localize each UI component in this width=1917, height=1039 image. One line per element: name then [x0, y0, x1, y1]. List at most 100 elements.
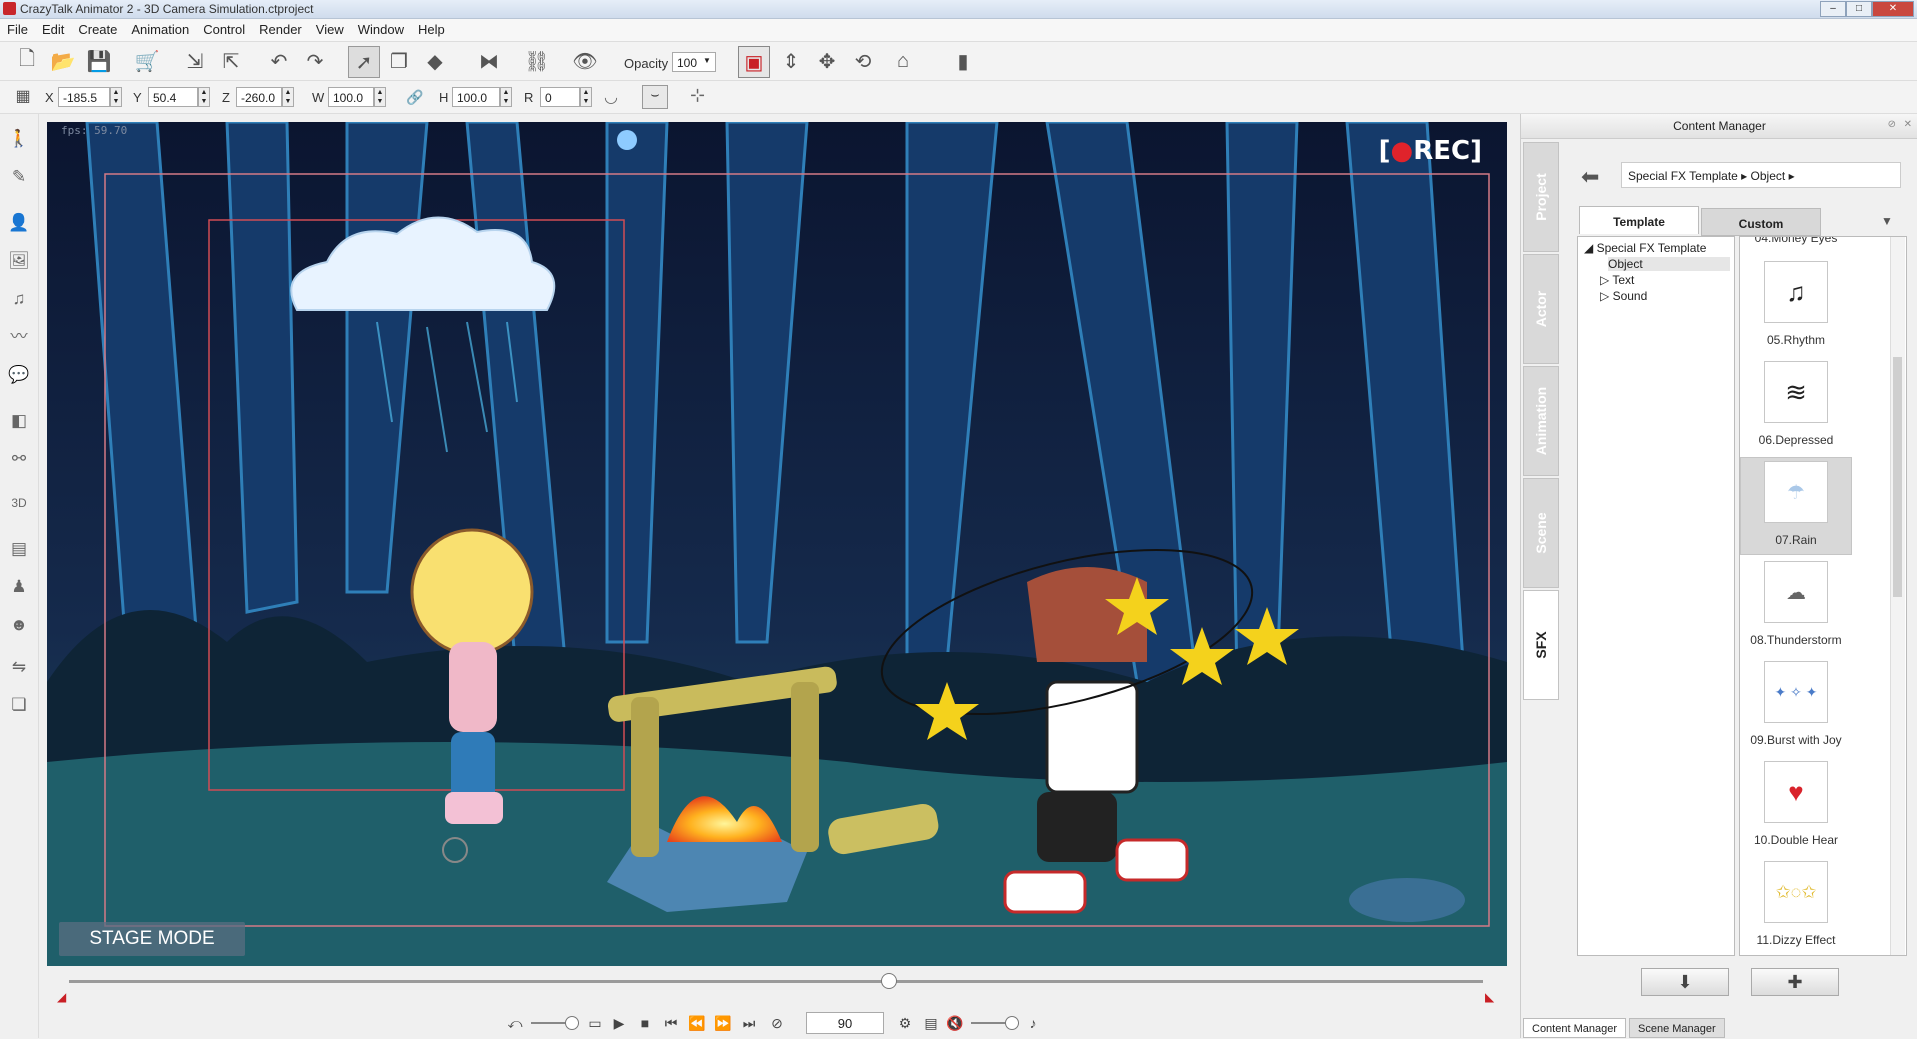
speech-bubble-icon[interactable]: 💬 — [6, 362, 32, 388]
subtitle-icon[interactable]: ▭ — [585, 1013, 605, 1033]
duplicate-icon[interactable]: ❐ — [384, 46, 414, 76]
move-vertical-icon[interactable]: ⇕ — [776, 46, 806, 76]
y-spinner[interactable]: ▲ ▼ — [198, 87, 210, 107]
tab-scene-manager[interactable]: Scene Manager — [1629, 1018, 1725, 1038]
tab-project[interactable]: Project — [1523, 142, 1559, 252]
menu-view[interactable]: View — [309, 19, 351, 41]
move-all-icon[interactable]: ✥ — [812, 46, 842, 76]
timeline-scrubber[interactable] — [881, 973, 898, 989]
home-camera-icon[interactable]: ⌂ — [888, 46, 918, 76]
previous-frame-icon[interactable]: ⏪ — [687, 1013, 707, 1033]
link-icon[interactable]: ⛓ — [522, 46, 552, 76]
motion-icon[interactable]: ✎ — [6, 164, 32, 190]
audio-wave-icon[interactable]: 〰 — [6, 324, 32, 350]
w-spinner[interactable]: ▲ ▼ — [374, 87, 386, 107]
menu-window[interactable]: Window — [351, 19, 411, 41]
panel-close-icon[interactable]: ✕ — [1904, 119, 1912, 130]
menu-edit[interactable]: Edit — [35, 19, 71, 41]
w-field[interactable]: 100.0 — [328, 87, 374, 107]
tree-item-sound[interactable]: ▷ Sound — [1600, 289, 1647, 303]
ease-curve-icon[interactable]: ◡ — [604, 87, 618, 107]
shopping-cart-icon[interactable]: 🛒 — [132, 46, 162, 76]
tab-scene[interactable]: Scene — [1523, 478, 1559, 588]
menu-animation[interactable]: Animation — [124, 19, 196, 41]
z-field[interactable]: -260.0 — [236, 87, 282, 107]
character-icon[interactable]: 👤 — [6, 210, 32, 236]
undo-icon[interactable]: ↶ — [264, 46, 294, 76]
tab-template[interactable]: Template — [1579, 206, 1699, 234]
sound-off-icon[interactable]: 🔇 — [945, 1013, 965, 1033]
breadcrumb-item[interactable]: Object — [1751, 169, 1786, 183]
group-icon[interactable]: ◆ — [420, 46, 450, 76]
flip-icon[interactable]: ⧓ — [474, 46, 504, 76]
tab-custom[interactable]: Custom — [1701, 208, 1821, 236]
loop-off-icon[interactable]: ⊘ — [767, 1013, 787, 1033]
visibility-eye-icon[interactable]: 👁 — [570, 46, 600, 76]
music-note-icon[interactable]: ♪ — [1023, 1013, 1043, 1033]
audio-slider-thumb[interactable] — [1005, 1016, 1019, 1030]
pivot-icon[interactable]: ⊹ — [690, 85, 705, 106]
add-plus-icon[interactable]: ✚ — [1751, 968, 1839, 996]
music-note-icon[interactable]: ♫ — [6, 286, 32, 312]
scrollbar-thumb[interactable] — [1893, 357, 1902, 597]
tree-item-object[interactable]: Object — [1608, 257, 1730, 271]
h-spinner[interactable]: ▲ ▼ — [500, 87, 512, 107]
lock-ratio-icon[interactable]: 🔗 — [406, 89, 423, 106]
y-field[interactable]: 50.4 — [148, 87, 198, 107]
import-icon[interactable]: ⇲ — [180, 46, 210, 76]
tree-item-text[interactable]: ▷ Text — [1600, 273, 1634, 287]
skip-start-icon[interactable]: ⏮ — [661, 1013, 681, 1033]
menu-create[interactable]: Create — [71, 19, 124, 41]
end-marker-icon[interactable]: ◣ — [1485, 990, 1494, 1004]
x-field[interactable]: -185.5 — [58, 87, 110, 107]
stage-viewport[interactable]: fps: 59.70 [●REC] STAGE MODE — [47, 122, 1507, 966]
tree-item-special-fx[interactable]: ◢ Special FX Template — [1584, 241, 1706, 255]
menu-help[interactable]: Help — [411, 19, 452, 41]
copy-icon[interactable]: ❏ — [6, 692, 32, 718]
tab-actor[interactable]: Actor — [1523, 254, 1559, 364]
z-spinner[interactable]: ▲ ▼ — [282, 87, 294, 107]
tab-content-manager[interactable]: Content Manager — [1523, 1018, 1626, 1038]
next-frame-icon[interactable]: ⏩ — [713, 1013, 733, 1033]
frame-field[interactable]: 90 — [806, 1012, 884, 1034]
r-spinner[interactable]: ▲ ▼ — [580, 87, 592, 107]
select-pointer-icon[interactable]: ➚ — [348, 46, 380, 78]
menu-file[interactable]: File — [0, 19, 35, 41]
settings-gear-icon[interactable]: ⚙ — [895, 1013, 915, 1033]
download-arrow-icon[interactable]: ⬇ — [1641, 968, 1729, 996]
pin-icon[interactable]: ⊘ — [1888, 119, 1896, 130]
loop-icon[interactable]: ⤺ — [505, 1013, 525, 1033]
h-field[interactable]: 100.0 — [452, 87, 500, 107]
minimize-icon[interactable]: – — [1820, 1, 1846, 17]
volume-slider-thumb[interactable] — [565, 1016, 579, 1030]
layer-icon[interactable]: ◧ — [6, 408, 32, 434]
r-field[interactable]: 0 — [540, 87, 580, 107]
menu-render[interactable]: Render — [252, 19, 309, 41]
curve-edit-icon[interactable]: ⌣ — [642, 85, 668, 109]
back-arrow-icon[interactable]: ⬅ — [1581, 164, 1599, 190]
skip-end-icon[interactable]: ⏭ — [739, 1013, 759, 1033]
menu-control[interactable]: Control — [196, 19, 252, 41]
start-marker-icon[interactable]: ◢ — [57, 990, 66, 1004]
save-icon[interactable]: 💾 — [84, 46, 114, 76]
rotate-icon[interactable]: ⟲ — [848, 46, 878, 76]
tab-sfx[interactable]: SFX — [1523, 590, 1559, 700]
timeline-track[interactable] — [69, 980, 1483, 983]
transform-icon[interactable]: ⇋ — [6, 654, 32, 680]
redo-icon[interactable]: ↷ — [300, 46, 330, 76]
new-file-icon[interactable]: 🗋 — [12, 46, 42, 76]
3d-icon[interactable]: 3D — [6, 490, 32, 516]
stop-icon[interactable]: ■ — [635, 1013, 655, 1033]
grid-scrollbar[interactable] — [1890, 237, 1905, 955]
dropdown-chevron-icon[interactable]: ▼ — [1881, 214, 1893, 228]
breadcrumb-item[interactable]: Special FX Template — [1628, 169, 1738, 183]
tab-animation[interactable]: Animation — [1523, 366, 1559, 476]
export-icon[interactable]: ⇱ — [216, 46, 246, 76]
x-spinner[interactable]: ▲ ▼ — [110, 87, 122, 107]
play-icon[interactable]: ▶ — [609, 1013, 629, 1033]
puppet-icon[interactable]: ♟ — [6, 574, 32, 600]
record-camera-icon[interactable]: ▣ — [738, 46, 770, 78]
render-icon[interactable]: ▤ — [921, 1013, 941, 1033]
close-icon[interactable]: ✕ — [1872, 1, 1914, 17]
maximize-icon[interactable]: □ — [1846, 1, 1872, 17]
